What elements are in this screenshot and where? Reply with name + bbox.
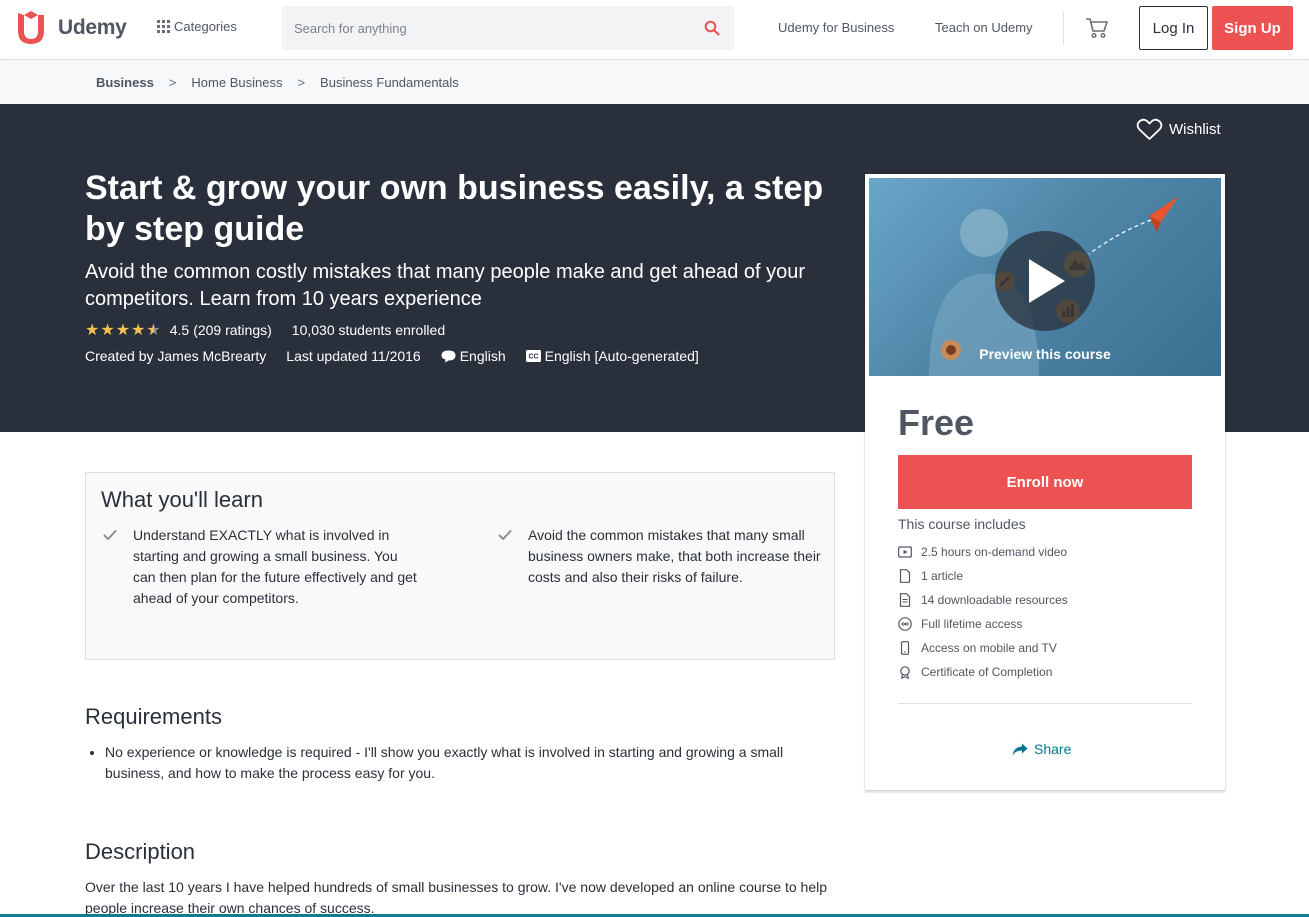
- includes-title: This course includes: [898, 516, 1026, 532]
- half-star-icon: ★: [146, 322, 161, 339]
- udemy-logo-icon: [18, 11, 44, 44]
- play-icon: [1029, 259, 1065, 303]
- logo-text: Udemy: [58, 16, 127, 39]
- checkmark-icon: [103, 530, 117, 540]
- breadcrumb: Business > Home Business > Business Fund…: [96, 75, 459, 90]
- course-price: Free: [898, 402, 975, 443]
- purchase-card: Preview this course Free Enroll now This…: [865, 174, 1225, 790]
- heart-icon: [1136, 118, 1163, 140]
- includes-list: 2.5 hours on-demand video 1 article 14 d…: [898, 540, 1068, 684]
- breadcrumb-bar: Business > Home Business > Business Fund…: [0, 61, 1309, 104]
- rating-value: 4.5: [169, 322, 190, 338]
- search-input[interactable]: [282, 6, 690, 50]
- infinity-icon: [898, 617, 912, 631]
- star-icon: ★: [85, 322, 100, 339]
- learn-item-text: Avoid the common mistakes that many smal…: [528, 527, 821, 585]
- include-item: 1 article: [898, 564, 1068, 588]
- learn-item: Understand EXACTLY what is involved in s…: [103, 525, 423, 609]
- include-item: Certificate of Completion: [898, 660, 1068, 684]
- breadcrumb-business-fundamentals[interactable]: Business Fundamentals: [320, 75, 459, 90]
- learn-item: Avoid the common mistakes that many smal…: [498, 525, 823, 588]
- svg-text:CC: CC: [528, 354, 538, 361]
- course-subtitle: Avoid the common costly mistakes that ma…: [85, 261, 806, 310]
- rating-count[interactable]: (209 ratings): [193, 322, 272, 338]
- search-button[interactable]: [690, 6, 734, 50]
- breadcrumb-home-business[interactable]: Home Business: [191, 75, 282, 90]
- enroll-now-button[interactable]: Enroll now: [898, 455, 1192, 509]
- include-item: Full lifetime access: [898, 612, 1068, 636]
- include-label: Certificate of Completion: [921, 665, 1053, 679]
- top-header: Udemy Categories Udemy for Business Teac…: [0, 0, 1309, 60]
- star-icon: ★: [100, 322, 115, 339]
- meta-row: Created by James McBrearty Last updated …: [85, 348, 719, 364]
- checkmark-icon: [498, 530, 512, 540]
- card-divider: [898, 703, 1192, 704]
- breadcrumb-separator: >: [297, 75, 306, 90]
- learn-title: What you'll learn: [101, 487, 263, 512]
- requirements-title: Requirements: [85, 704, 222, 729]
- login-button[interactable]: Log In: [1139, 6, 1208, 50]
- students-enrolled: 10,030 students enrolled: [291, 322, 446, 338]
- cart-icon[interactable]: [1085, 17, 1109, 39]
- search-icon: [704, 20, 720, 36]
- article-icon: [899, 569, 911, 583]
- include-label: 14 downloadable resources: [921, 593, 1068, 607]
- share-label: Share: [1034, 741, 1072, 757]
- star-rating: ★ ★ ★ ★ ★: [85, 320, 162, 340]
- play-button[interactable]: [995, 231, 1095, 331]
- signup-button[interactable]: Sign Up: [1212, 6, 1293, 50]
- breadcrumb-business[interactable]: Business: [96, 75, 154, 90]
- share-icon: [1012, 743, 1028, 755]
- captions-label: English [Auto-generated]: [544, 348, 699, 364]
- include-label: 2.5 hours on-demand video: [921, 545, 1068, 559]
- speech-bubble-icon: [441, 350, 456, 362]
- include-label: Access on mobile and TV: [921, 641, 1057, 655]
- preview-label: Preview this course: [979, 346, 1111, 362]
- requirement-item: No experience or knowledge is required -…: [105, 742, 835, 784]
- created-by[interactable]: Created by James McBrearty: [85, 348, 266, 364]
- mobile-icon: [900, 641, 910, 655]
- captions: CC English [Auto-generated]: [525, 348, 699, 364]
- last-updated: Last updated 11/2016: [286, 348, 421, 364]
- star-icon: ★: [131, 322, 146, 339]
- certificate-icon: [900, 666, 910, 679]
- share-button[interactable]: Share: [1012, 741, 1071, 757]
- categories-menu[interactable]: Categories: [157, 19, 237, 34]
- include-label: Full lifetime access: [921, 617, 1023, 631]
- include-item: 14 downloadable resources: [898, 588, 1068, 612]
- language-label: English: [459, 348, 506, 364]
- video-icon: [898, 546, 912, 558]
- breadcrumb-separator: >: [168, 75, 177, 90]
- what-youll-learn: What you'll learn Understand EXACTLY wha…: [85, 472, 835, 660]
- categories-label: Categories: [174, 19, 237, 34]
- include-item: Access on mobile and TV: [898, 636, 1068, 660]
- udemy-for-business-link[interactable]: Udemy for Business: [778, 20, 894, 35]
- rating-row: ★ ★ ★ ★ ★ 4.5 (209 ratings) 10,030 stude…: [85, 320, 445, 340]
- teach-on-udemy-link[interactable]: Teach on Udemy: [935, 20, 1033, 35]
- include-label: 1 article: [921, 569, 964, 583]
- wishlist-label: Wishlist: [1169, 121, 1221, 138]
- udemy-logo[interactable]: Udemy: [14, 11, 127, 45]
- learn-item-text: Understand EXACTLY what is involved in s…: [133, 527, 417, 606]
- nav-divider: [1063, 12, 1064, 45]
- description-text: Over the last 10 years I have helped hun…: [85, 879, 828, 916]
- closed-captions-icon: CC: [525, 350, 541, 362]
- include-item: 2.5 hours on-demand video: [898, 540, 1068, 564]
- language: English: [441, 348, 506, 364]
- search-bar: [282, 6, 734, 50]
- course-title: Start & grow your own business easily, a…: [85, 169, 824, 248]
- star-icon: ★: [115, 322, 131, 339]
- course-preview[interactable]: Preview this course: [869, 178, 1221, 376]
- grid-icon: [157, 20, 170, 33]
- requirements-list: No experience or knowledge is required -…: [105, 742, 835, 784]
- wishlist-button[interactable]: Wishlist: [1136, 118, 1221, 141]
- file-icon: [899, 593, 911, 607]
- description-title: Description: [85, 839, 196, 864]
- paper-plane-icon: [1088, 196, 1179, 255]
